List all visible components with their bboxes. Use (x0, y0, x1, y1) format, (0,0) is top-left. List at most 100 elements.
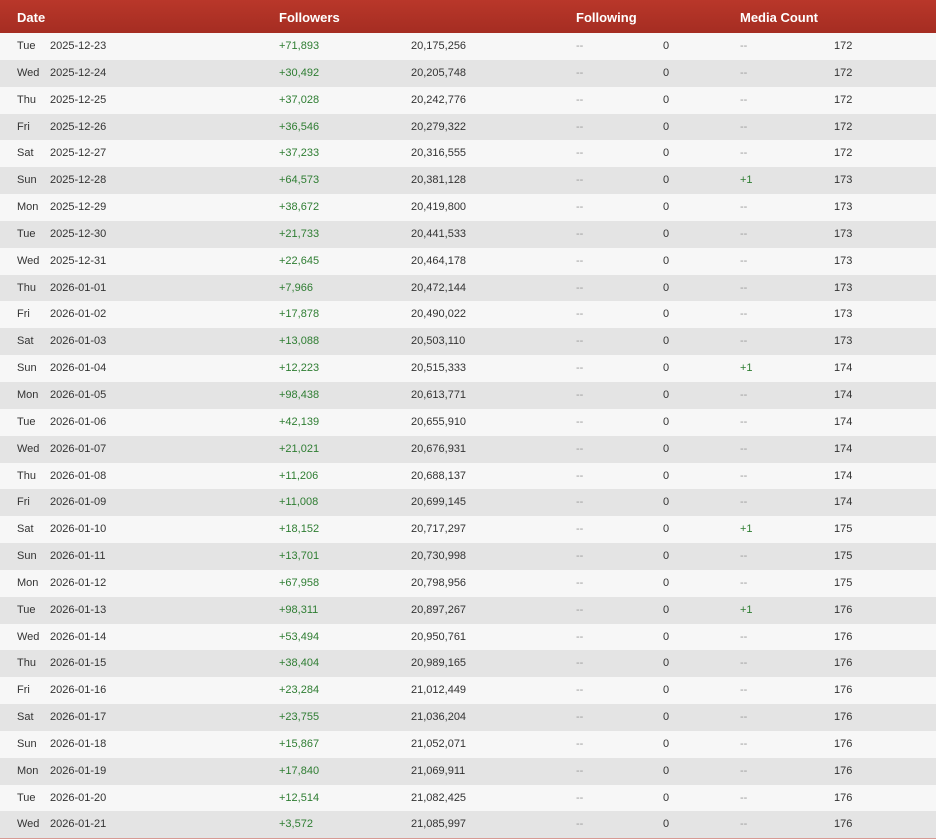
following-change-cell: -- (576, 201, 584, 214)
date-cell: 2026-01-06 (50, 415, 107, 428)
day-cell: Thu (17, 657, 36, 670)
following-change-cell: -- (576, 603, 584, 616)
following-total-cell: 0 (663, 603, 670, 616)
table-row: Fri 2025-12-26 +36,546 20,279,322 -- 0 -- 172 (0, 113, 936, 141)
following-change-cell: -- (576, 227, 584, 240)
following-change-cell: -- (576, 523, 584, 536)
media-total-cell: 176 (834, 737, 853, 750)
media-total-cell: 174 (834, 469, 853, 482)
following-total-cell: 0 (663, 147, 670, 160)
followers-total-cell: 20,441,533 (411, 227, 467, 240)
followers-total-cell: 20,472,144 (411, 281, 467, 294)
followers-total-cell: 21,012,449 (411, 684, 467, 697)
media-total-cell: 173 (834, 227, 853, 240)
followers-total-cell: 20,381,128 (411, 174, 467, 187)
followers-total-cell: 20,730,998 (411, 550, 467, 563)
day-cell: Thu (17, 93, 36, 106)
following-total-cell: 0 (663, 120, 670, 133)
table-row: Tue 2026-01-13 +98,311 20,897,267 -- 0 +1 176 (0, 596, 936, 624)
following-total-cell: 0 (663, 523, 670, 536)
table-row: Fri 2026-01-09 +11,008 20,699,145 -- 0 -- 174 (0, 489, 936, 517)
date-cell: 2026-01-05 (50, 388, 107, 401)
date-cell: 2026-01-16 (50, 684, 107, 697)
following-change-cell: -- (576, 174, 584, 187)
date-cell: 2026-01-07 (50, 442, 107, 455)
following-change-cell: -- (576, 308, 584, 321)
date-cell: 2026-01-11 (50, 550, 106, 563)
media-total-cell: 174 (834, 415, 853, 428)
followers-change-cell: +17,840 (279, 764, 320, 777)
media-change-cell: -- (740, 496, 748, 509)
media-total-cell: 176 (834, 764, 853, 777)
table-row: Wed 2025-12-31 +22,645 20,464,178 -- 0 -- 173 (0, 247, 936, 275)
following-total-cell: 0 (663, 174, 670, 187)
column-header-media-count[interactable]: Media Count (740, 10, 818, 25)
followers-change-cell: +12,514 (279, 791, 320, 804)
following-total-cell: 0 (663, 227, 670, 240)
following-change-cell: -- (576, 388, 584, 401)
table-row: Thu 2026-01-08 +11,206 20,688,137 -- 0 -- 174 (0, 462, 936, 490)
media-change-cell: -- (740, 764, 748, 777)
media-change-cell: -- (740, 711, 748, 724)
followers-total-cell: 20,798,956 (411, 576, 467, 589)
media-total-cell: 173 (834, 201, 853, 214)
media-total-cell: 176 (834, 791, 853, 804)
media-total-cell: 172 (834, 66, 853, 79)
media-change-cell: -- (740, 201, 748, 214)
date-cell: 2025-12-24 (50, 66, 107, 79)
day-cell: Sun (17, 174, 37, 187)
media-total-cell: 176 (834, 711, 853, 724)
followers-total-cell: 20,316,555 (411, 147, 467, 160)
table-row: Sun 2026-01-11 +13,701 20,730,998 -- 0 -- 175 (0, 543, 936, 570)
day-cell: Mon (17, 764, 39, 777)
date-cell: 2025-12-31 (50, 254, 107, 267)
day-cell: Mon (17, 201, 39, 214)
media-change-cell: -- (740, 469, 748, 482)
following-change-cell: -- (576, 684, 584, 697)
following-total-cell: 0 (663, 335, 670, 348)
following-total-cell: 0 (663, 657, 670, 670)
followers-total-cell: 20,490,022 (411, 308, 467, 321)
following-change-cell: -- (576, 254, 584, 267)
media-total-cell: 174 (834, 362, 853, 375)
following-total-cell: 0 (663, 66, 670, 79)
followers-change-cell: +36,546 (279, 120, 320, 133)
day-cell: Tue (17, 415, 36, 428)
following-total-cell: 0 (663, 281, 670, 294)
column-header-followers[interactable]: Followers (279, 10, 340, 25)
followers-change-cell: +7,966 (279, 281, 313, 294)
followers-change-cell: +98,311 (279, 603, 319, 616)
following-total-cell: 0 (663, 254, 670, 267)
media-change-cell: -- (740, 388, 748, 401)
followers-change-cell: +53,494 (279, 630, 320, 643)
column-header-date[interactable]: Date (17, 10, 45, 25)
day-cell: Sun (17, 362, 37, 375)
media-total-cell: 172 (834, 40, 853, 52)
day-cell: Sat (17, 335, 34, 348)
table-row: Wed 2026-01-07 +21,021 20,676,931 -- 0 -- 174 (0, 435, 936, 463)
date-cell: 2026-01-17 (50, 711, 107, 724)
day-cell: Fri (17, 496, 30, 509)
column-header-following[interactable]: Following (576, 10, 637, 25)
followers-change-cell: +30,492 (279, 66, 320, 79)
table-row: Sat 2026-01-17 +23,755 21,036,204 -- 0 -- 176 (0, 704, 936, 731)
followers-change-cell: +37,233 (279, 147, 320, 160)
date-cell: 2026-01-15 (50, 657, 107, 670)
followers-total-cell: 20,503,110 (411, 335, 466, 348)
date-cell: 2025-12-26 (50, 120, 107, 133)
followers-total-cell: 20,613,771 (411, 388, 467, 401)
table-row: Fri 2026-01-02 +17,878 20,490,022 -- 0 -- 173 (0, 301, 936, 329)
followers-change-cell: +13,088 (279, 335, 320, 348)
followers-total-cell: 20,419,800 (411, 201, 467, 214)
followers-total-cell: 20,950,761 (411, 630, 467, 643)
media-change-cell: -- (740, 281, 748, 294)
date-cell: 2025-12-23 (50, 40, 107, 52)
following-total-cell: 0 (663, 630, 670, 643)
followers-change-cell: +38,672 (279, 201, 320, 214)
media-change-cell: -- (740, 576, 748, 589)
media-change-cell: +1 (740, 523, 753, 536)
media-total-cell: 176 (834, 630, 853, 643)
media-total-cell: 174 (834, 388, 853, 401)
table-row: Mon 2026-01-05 +98,438 20,613,771 -- 0 -- 174 (0, 381, 936, 409)
followers-total-cell: 20,279,322 (411, 120, 467, 133)
